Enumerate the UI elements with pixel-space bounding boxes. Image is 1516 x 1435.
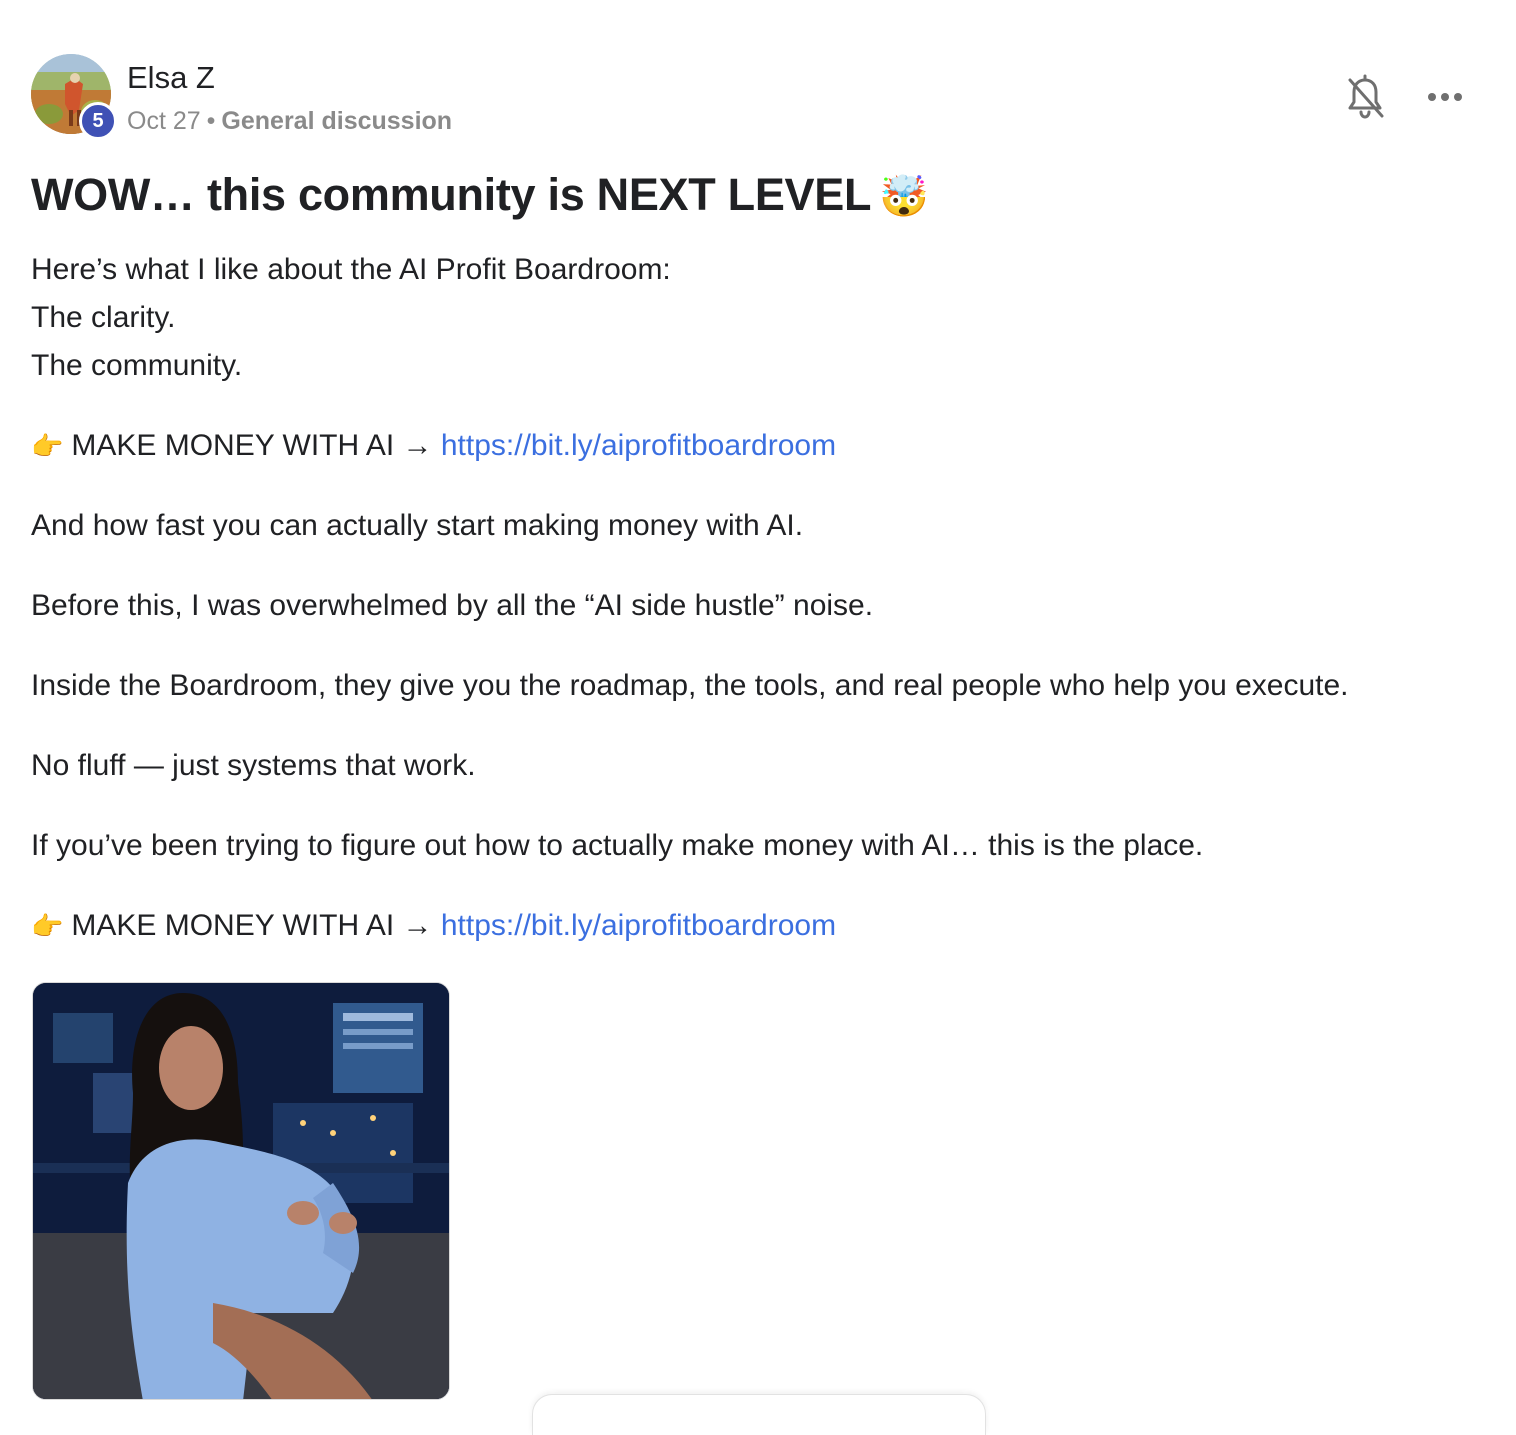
cta-text: MAKE MONEY WITH AI → [71, 429, 441, 462]
level-badge: 5 [79, 102, 117, 140]
pointing-hand-icon: 👉 [31, 911, 64, 941]
cta-link-2[interactable]: https://bit.ly/aiprofitboardroom [441, 909, 836, 942]
author-name[interactable]: Elsa Z [127, 58, 215, 98]
bell-off-icon [1348, 74, 1384, 119]
floating-action-bar[interactable] [532, 1394, 986, 1435]
body-paragraph-3: Inside the Boardroom, they give you the … [31, 669, 1349, 702]
post-title-text: WOW… this community is NEXT LEVEL [31, 169, 872, 220]
body-paragraph-1: And how fast you can actually start maki… [31, 509, 804, 542]
post-title: WOW… this community is NEXT LEVEL 🤯 [31, 166, 929, 226]
more-options-button[interactable] [1422, 82, 1468, 112]
notifications-toggle-button[interactable] [1342, 74, 1388, 122]
post-meta: Oct 27 • General discussion [127, 104, 452, 138]
body-intro-line1: Here’s what I like about the AI Profit B… [31, 253, 671, 286]
attachment-gif [33, 983, 449, 1399]
pointing-hand-icon: 👉 [31, 431, 64, 461]
post-category[interactable]: General discussion [221, 107, 452, 135]
body-intro-line2: The clarity. [31, 301, 176, 334]
more-horizontal-icon [1428, 93, 1462, 101]
post-date[interactable]: Oct 27 [127, 107, 201, 135]
post-card: 5 Elsa Z Oct 27 • General discussion WOW… … [0, 0, 1516, 1435]
cta-text: MAKE MONEY WITH AI → [71, 909, 441, 942]
meta-separator: • [206, 107, 216, 135]
post-attachment-image[interactable] [32, 982, 450, 1400]
exploding-head-emoji-icon: 🤯 [879, 175, 929, 219]
author-avatar-wrap[interactable]: 5 [31, 54, 117, 140]
cta-line-1: 👉 MAKE MONEY WITH AI → https://bit.ly/aip… [31, 422, 836, 470]
cta-line-2: 👉 MAKE MONEY WITH AI → https://bit.ly/aip… [31, 902, 836, 950]
body-paragraph-2: Before this, I was overwhelmed by all th… [31, 589, 874, 622]
body-paragraph-5: If you’ve been trying to figure out how … [31, 829, 1204, 862]
body-intro-line3: The community. [31, 349, 243, 382]
body-paragraph-4: No fluff — just systems that work. [31, 749, 476, 782]
cta-link-1[interactable]: https://bit.ly/aiprofitboardroom [441, 429, 836, 462]
